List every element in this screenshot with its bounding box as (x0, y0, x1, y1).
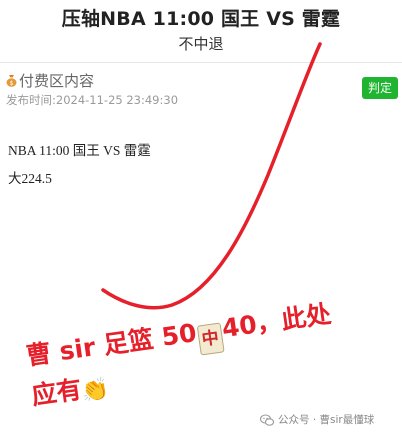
overlay-part3: 应有 (29, 374, 84, 411)
judge-button[interactable]: 判定 (362, 77, 398, 99)
divider (0, 62, 402, 63)
mahjong-tile: 中 (196, 322, 225, 356)
page-subtitle: 不中退 (178, 35, 224, 53)
pick-bet-line: 大224.5 (8, 171, 52, 186)
publish-time: 发布时间:2024-11-25 23:49:30 (6, 93, 179, 107)
svg-text:$: $ (10, 80, 14, 87)
overlay-part2: 40，此处 (220, 299, 333, 344)
overlay-caption: 曹 sir 足篮 50 中40，此处 应有👏 (24, 294, 361, 411)
wechat-icon (260, 413, 274, 426)
paid-label-text: 付费区内容 (19, 72, 95, 90)
page-title: 压轴NBA 11:00 国王 VS 雷霆 (61, 8, 341, 30)
money-bag-icon: $ (6, 75, 17, 87)
clapping-hands-icon: 👏 (80, 376, 111, 406)
overlay-part1: 曹 sir 足篮 50 (24, 318, 199, 371)
watermark-text: 公众号 · 曹sir最懂球 (278, 414, 375, 426)
watermark: 公众号 · 曹sir最懂球 (260, 412, 374, 427)
pick-match-line: NBA 11:00 国王 VS 雷霆 (8, 143, 151, 158)
paid-section-label: $ 付费区内容 (6, 70, 94, 91)
